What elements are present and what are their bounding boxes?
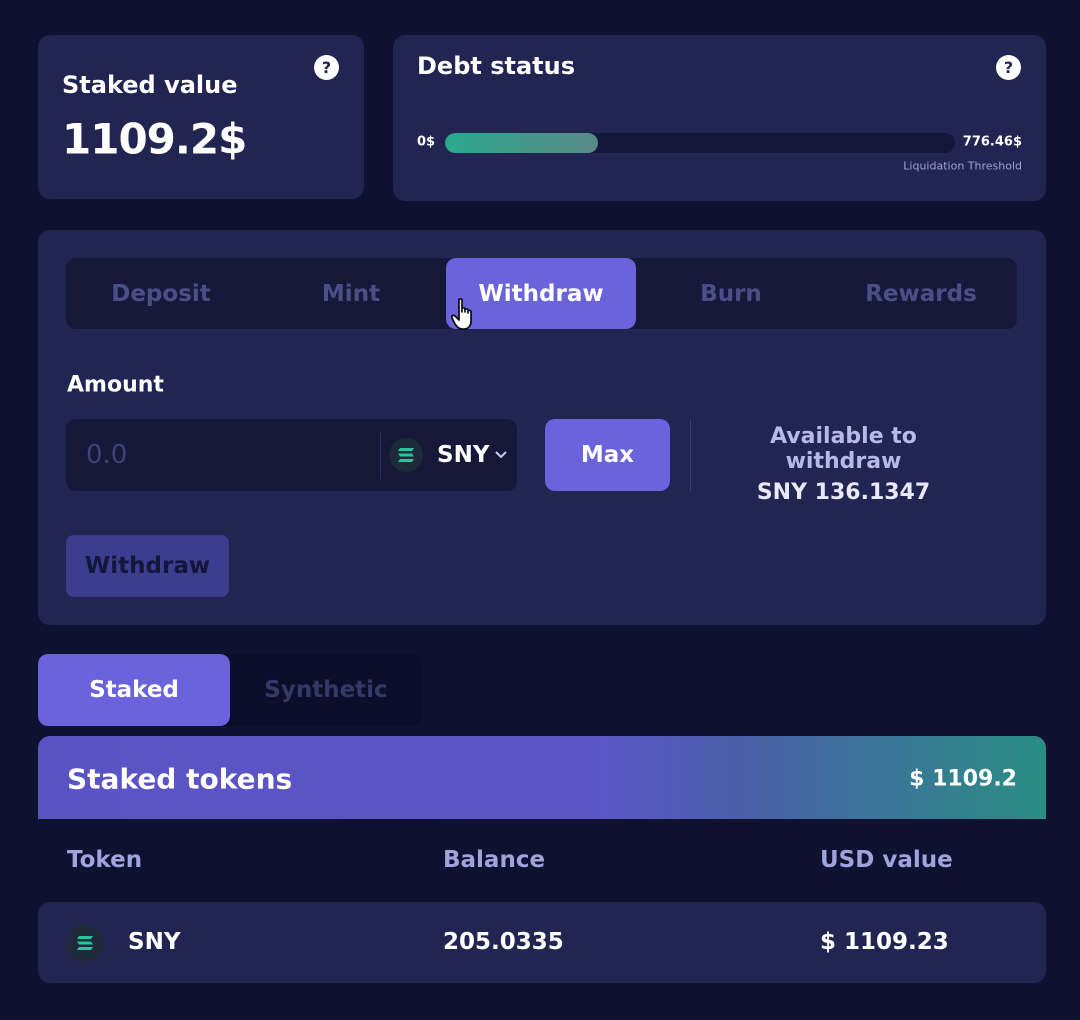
- divider: [690, 419, 691, 491]
- tab-rewards[interactable]: Rewards: [826, 258, 1016, 329]
- holdings-tabbar: Staked Synthetic: [38, 654, 422, 726]
- hand-cursor-icon: [450, 298, 479, 336]
- amount-label: Amount: [67, 372, 164, 398]
- row-token: SNY: [128, 929, 181, 955]
- amount-field: SNY: [66, 419, 517, 491]
- sny-token-icon: [389, 438, 423, 472]
- staked-value-title: Staked value: [62, 71, 238, 99]
- tab-synthetic[interactable]: Synthetic: [230, 654, 422, 726]
- column-header-balance: Balance: [443, 847, 546, 873]
- liquidation-threshold-label: Liquidation Threshold: [903, 159, 1022, 173]
- debt-progress-fill: [445, 133, 598, 153]
- debt-status-title: Debt status: [417, 52, 576, 80]
- debt-max-label: 776.46$: [962, 134, 1022, 150]
- staked-tokens-title: Staked tokens: [67, 762, 293, 796]
- chevron-down-icon: [495, 447, 508, 463]
- available-label: Available to withdraw: [770, 424, 917, 474]
- column-header-usd-value: USD value: [820, 847, 953, 873]
- tab-staked[interactable]: Staked: [38, 654, 230, 726]
- token-select[interactable]: SNY: [380, 431, 517, 479]
- debt-min-label: 0$: [417, 134, 436, 150]
- amount-input[interactable]: [66, 419, 380, 491]
- debt-status-card: Debt status ? 0$ 776.46$ Liquidation Thr…: [393, 35, 1046, 201]
- sny-token-icon: [66, 924, 104, 962]
- staked-value-card: Staked value ? 1109.2$: [38, 35, 364, 199]
- max-button[interactable]: Max: [545, 419, 670, 491]
- token-symbol: SNY: [437, 442, 490, 468]
- withdraw-button[interactable]: Withdraw: [66, 535, 229, 597]
- staked-tokens-total: $ 1109.2: [909, 766, 1017, 792]
- row-balance: 205.0335: [443, 929, 564, 955]
- table-row: SNY 205.0335 $ 1109.23: [38, 902, 1046, 983]
- action-panel: Deposit Mint Withdraw Burn Rewards Amoun…: [38, 230, 1046, 625]
- tab-mint[interactable]: Mint: [256, 258, 446, 329]
- column-header-token: Token: [67, 847, 143, 873]
- help-icon[interactable]: ?: [996, 55, 1021, 80]
- tab-burn[interactable]: Burn: [636, 258, 826, 329]
- debt-progress-bar: [445, 133, 955, 153]
- action-tabbar: Deposit Mint Withdraw Burn Rewards: [66, 258, 1017, 329]
- available-to-withdraw: Available to withdraw SNY 136.1347: [711, 424, 976, 505]
- help-icon[interactable]: ?: [314, 55, 339, 80]
- staked-value-amount: 1109.2$: [62, 114, 247, 164]
- available-value: SNY 136.1347: [756, 480, 931, 505]
- staked-tokens-header: Staked tokens $ 1109.2: [38, 736, 1046, 819]
- row-usd-value: $ 1109.23: [820, 929, 949, 955]
- tab-deposit[interactable]: Deposit: [66, 258, 256, 329]
